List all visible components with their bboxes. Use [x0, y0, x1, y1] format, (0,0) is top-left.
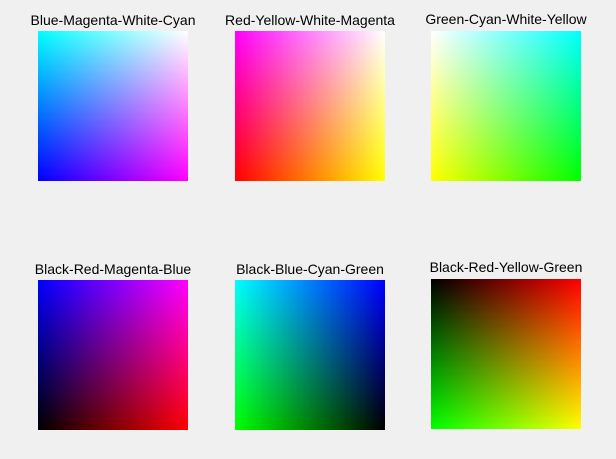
gradient-swatch: [235, 280, 385, 430]
panel-title: Blue-Magenta-White-Cyan: [30, 12, 196, 28]
gradient-swatch: [431, 279, 581, 429]
panel-title: Black-Red-Yellow-Green: [429, 259, 583, 275]
gradient-swatch: [38, 31, 188, 181]
panel-title: Black-Red-Magenta-Blue: [34, 261, 192, 277]
gradient-swatch: [38, 280, 188, 430]
panel-title: Green-Cyan-White-Yellow: [425, 11, 587, 27]
gradient-swatch: [431, 31, 581, 181]
gradient-swatch: [235, 31, 385, 181]
figure: Blue-Magenta-White-Cyan Red-Yellow-White…: [0, 0, 616, 459]
